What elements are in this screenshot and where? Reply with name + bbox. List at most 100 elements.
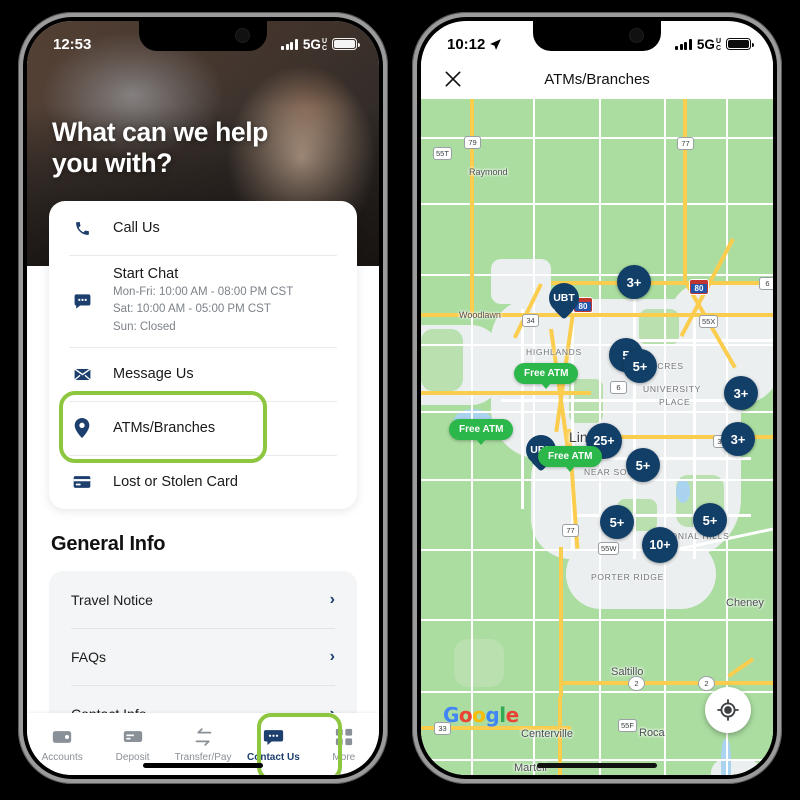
highway-shield: 6 [610, 381, 627, 394]
map-arterial [501, 399, 751, 402]
list-item-lost-or-stolen-card[interactable]: Lost or Stolen Card [49, 455, 357, 509]
map-road [421, 549, 773, 551]
page-title-line2: you with? [52, 148, 173, 179]
map-branch-pin[interactable]: UBT [549, 283, 579, 323]
list-item-faqs[interactable]: FAQs › [49, 628, 357, 685]
general-info-heading: General Info [51, 533, 166, 555]
home-indicator [143, 763, 263, 768]
contact-us-screen: What can we help you with? 12:53 5G UC C… [27, 21, 379, 775]
map-arterial [521, 309, 524, 509]
map-arterial [621, 339, 773, 342]
home-indicator [537, 763, 657, 768]
signal-bars-icon [281, 38, 298, 50]
map-place-label: Roca [639, 727, 665, 739]
left-phone-frame: What can we help you with? 12:53 5G UC C… [18, 12, 388, 784]
urban-area [711, 759, 761, 775]
interstate-shield: 80 [689, 279, 709, 295]
highway-shield: 55X [699, 315, 719, 328]
battery-icon [332, 38, 360, 50]
map-neighborhood-label: HIGHLANDS [526, 347, 582, 357]
left-phone-bezel: What can we help you with? 12:53 5G UC C… [23, 17, 383, 779]
map-neighborhood-label: PLACE [659, 397, 691, 407]
chevron-right-icon: › [329, 590, 335, 608]
highway-shield: 55T [433, 147, 452, 160]
map-neighborhood-label: PORTER RIDGE [591, 572, 664, 582]
map-neighborhood-label: UNIVERSITY [643, 384, 702, 394]
list-item-label: Start Chat [113, 266, 179, 282]
chat-hours-monfri: Mon-Fri: 10:00 AM - 08:00 PM CST [113, 286, 294, 298]
map-cluster-pin[interactable]: 5+ [693, 503, 727, 537]
envelope-icon [69, 365, 95, 384]
map-cluster-pin[interactable]: 3+ [617, 265, 651, 299]
transfer-icon [193, 728, 214, 747]
list-item-label: Travel Notice [71, 591, 153, 608]
highway-shield: 55F [618, 719, 637, 732]
highway-shield: 79 [464, 136, 481, 149]
highway-shield: 77 [677, 137, 694, 150]
highway-shield: 55W [598, 542, 620, 555]
right-phone-bezel: 10:12 5G UC ATMs/Branches Raymond Woodla… [417, 17, 777, 779]
tab-label: Contact Us [247, 751, 300, 763]
page-title-line1: What can we help [52, 117, 268, 147]
list-item-label: ATMs/Branches [113, 420, 216, 437]
chat-icon [263, 728, 284, 747]
park-area [421, 329, 463, 391]
status-time: 10:12 [447, 35, 486, 53]
map-place-label: Raymond [469, 167, 508, 177]
wallet-icon [52, 728, 72, 747]
highway-shield: 2 [698, 676, 715, 691]
list-item-call-us[interactable]: Call Us [49, 201, 357, 255]
map-cluster-pin[interactable]: 10+ [642, 527, 678, 563]
location-pin-icon [69, 418, 95, 439]
locate-crosshair-icon [717, 699, 739, 721]
highway-shield: 2 [628, 676, 645, 691]
tab-accounts[interactable]: Accounts [27, 713, 97, 775]
credit-card-icon [69, 472, 95, 492]
highway-79 [470, 99, 474, 314]
free-atm-tag[interactable]: Free ATM [538, 446, 603, 467]
grid-icon [335, 728, 353, 747]
deposit-icon [123, 728, 143, 747]
map-cluster-pin[interactable]: 5+ [626, 448, 660, 482]
google-logo: Google [443, 703, 519, 727]
highway-2 [559, 681, 773, 685]
close-icon[interactable] [443, 69, 463, 89]
battery-icon [726, 38, 754, 50]
list-item-travel-notice[interactable]: Travel Notice › [49, 571, 357, 628]
pin-label: UBT [549, 283, 579, 313]
map-place-label: Cheney [726, 597, 764, 609]
phone-icon [69, 220, 95, 237]
map-cluster-pin[interactable]: 5+ [623, 349, 657, 383]
chevron-right-icon: › [329, 647, 335, 665]
atms-branches-map-screen: 10:12 5G UC ATMs/Branches Raymond Woodla… [421, 21, 773, 775]
network-type-label: 5G UC [696, 36, 721, 52]
free-atm-tag[interactable]: Free ATM [449, 419, 514, 440]
chat-hours-sat: Sat: 10:00 AM - 05:00 PM CST [113, 303, 271, 316]
list-item-message-us[interactable]: Message Us [49, 347, 357, 401]
chat-bubble-icon [69, 292, 95, 311]
map-cluster-pin[interactable]: 3+ [721, 422, 755, 456]
front-camera [630, 29, 643, 42]
contact-options-card: Call Us Start Chat Mon-Fri: 10:00 AM - 0… [49, 201, 357, 510]
list-item-start-chat[interactable]: Start Chat Mon-Fri: 10:00 AM - 08:00 PM … [49, 255, 357, 347]
highway-shield: 77 [562, 524, 579, 537]
map-canvas[interactable]: Raymond Woodlawn Lincoln Cheney Saltillo… [421, 99, 773, 775]
screenshot-stage: What can we help you with? 12:53 5G UC C… [0, 0, 800, 800]
tab-label: Transfer/Pay [174, 751, 232, 763]
network-type-label: 5G UC [302, 36, 327, 52]
map-cluster-pin[interactable]: 5+ [600, 505, 634, 539]
urban-area [491, 259, 551, 304]
free-atm-tag[interactable]: Free ATM [514, 363, 579, 384]
map-cluster-pin[interactable]: 3+ [724, 376, 758, 410]
list-item-atms-branches[interactable]: ATMs/Branches [49, 401, 357, 455]
right-phone-frame: 10:12 5G UC ATMs/Branches Raymond Woodla… [412, 12, 782, 784]
notch [533, 21, 661, 51]
highway-77 [683, 99, 687, 281]
map-navigation-bar: ATMs/Branches [421, 59, 773, 99]
tab-label: Deposit [115, 751, 150, 763]
list-item-label: Lost or Stolen Card [113, 474, 238, 491]
map-screen-title: ATMs/Branches [544, 70, 650, 88]
map-road [421, 479, 773, 481]
locate-me-button[interactable] [705, 687, 751, 733]
tab-more[interactable]: More [309, 713, 379, 775]
